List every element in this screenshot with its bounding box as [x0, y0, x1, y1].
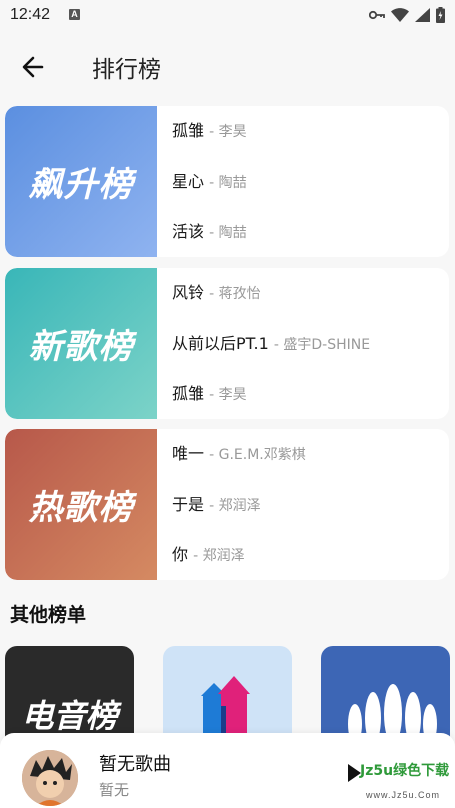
song-artist: - 蒋孜怡 — [209, 286, 261, 302]
mini-player[interactable]: 暂无歌曲 暂无 Jz5u绿色下载 www.Jz5u.Com — [0, 733, 455, 808]
song-title: 孤雏 — [172, 121, 205, 140]
signal-icon — [415, 8, 430, 22]
watermark: Jz5u绿色下载 — [360, 763, 450, 779]
song-artist: - 盛宇D-SHINE — [273, 336, 371, 353]
song-row[interactable]: 风铃 - 蒋孜怡 — [172, 274, 445, 325]
song-title: 风铃 — [172, 283, 205, 302]
song-row[interactable]: 孤雏 - 李昊 — [172, 375, 445, 419]
song-list: 孤雏 - 李昊 星心 - 陶喆 活该 - 陶喆 — [172, 112, 445, 257]
player-artist: 暂无 — [99, 781, 130, 799]
song-title: 唯一 — [172, 444, 205, 463]
song-artist: - 陶喆 — [209, 174, 247, 191]
watermark-url: www.Jz5u.Com — [366, 790, 441, 800]
song-title: 你 — [172, 545, 189, 564]
status-bar: 12:42 A — [0, 0, 455, 32]
song-row[interactable]: 活该 - 陶喆 — [172, 213, 445, 257]
song-row[interactable]: 于是 - 郑润泽 — [172, 486, 445, 537]
chart-cover[interactable]: 新歌榜 — [5, 268, 157, 419]
chart-cover-label: 新歌榜 — [28, 327, 134, 367]
song-list: 唯一 - G.E.M.邓紫棋 于是 - 郑润泽你 - 郑润泽 — [172, 435, 445, 580]
status-icons — [369, 7, 445, 23]
page-title: 排行榜 — [92, 57, 161, 83]
song-row[interactable]: 星心 - 陶喆 — [172, 163, 445, 214]
song-title: 孤雏 — [172, 384, 205, 403]
song-artist: - 李昊 — [209, 387, 247, 403]
new-songs-chart-card[interactable]: 新歌榜 风铃 - 蒋孜怡 从前以后PT.1 - 盛宇D-SHINE 孤雏 - 李昊 — [5, 268, 449, 419]
hot-songs-chart-card[interactable]: 热歌榜 唯一 - G.E.M.邓紫棋 于是 - 郑润泽你 - 郑润泽 — [5, 429, 449, 580]
header: 排行榜 — [0, 40, 455, 96]
back-arrow-icon[interactable] — [18, 52, 52, 82]
soaring-chart-card[interactable]: 飙升榜 孤雏 - 李昊 星心 - 陶喆 活该 - 陶喆 — [5, 106, 449, 257]
wifi-icon — [391, 8, 409, 22]
player-song-title: 暂无歌曲 — [99, 754, 171, 775]
song-artist: - 郑润泽 — [193, 548, 245, 564]
chart-cover-label: 热歌榜 — [28, 488, 134, 528]
chart-cover[interactable]: 飙升榜 — [5, 106, 157, 257]
song-row[interactable]: 孤雏 - 李昊 — [172, 112, 445, 163]
section-title-other-charts: 其他榜单 — [10, 604, 87, 626]
song-row[interactable]: 从前以后PT.1 - 盛宇D-SHINE — [172, 325, 445, 376]
chart-cover-label: 飙升榜 — [28, 165, 134, 205]
song-artist: - 郑润泽 — [209, 497, 261, 514]
status-time: 12:42 — [10, 6, 51, 23]
song-artist: - 李昊 — [209, 124, 247, 140]
song-list: 风铃 - 蒋孜怡 从前以后PT.1 - 盛宇D-SHINE 孤雏 - 李昊 — [172, 274, 445, 419]
key-icon — [369, 10, 385, 20]
song-title: 星心 — [172, 171, 205, 191]
notification-a-icon: A — [69, 9, 80, 20]
song-row[interactable]: 你 - 郑润泽 — [172, 536, 445, 580]
battery-icon — [436, 7, 445, 23]
song-title: 于是 — [172, 494, 205, 514]
tile-label: 电音榜 — [21, 697, 118, 735]
album-avatar — [22, 750, 78, 806]
song-row[interactable]: 唯一 - G.E.M.邓紫棋 — [172, 435, 445, 486]
chart-cover[interactable]: 热歌榜 — [5, 429, 157, 580]
song-title: 从前以后PT.1 — [172, 333, 269, 353]
song-artist: - 陶喆 — [209, 225, 247, 241]
song-title: 活该 — [172, 222, 205, 241]
song-artist: - G.E.M.邓紫棋 — [209, 447, 306, 463]
